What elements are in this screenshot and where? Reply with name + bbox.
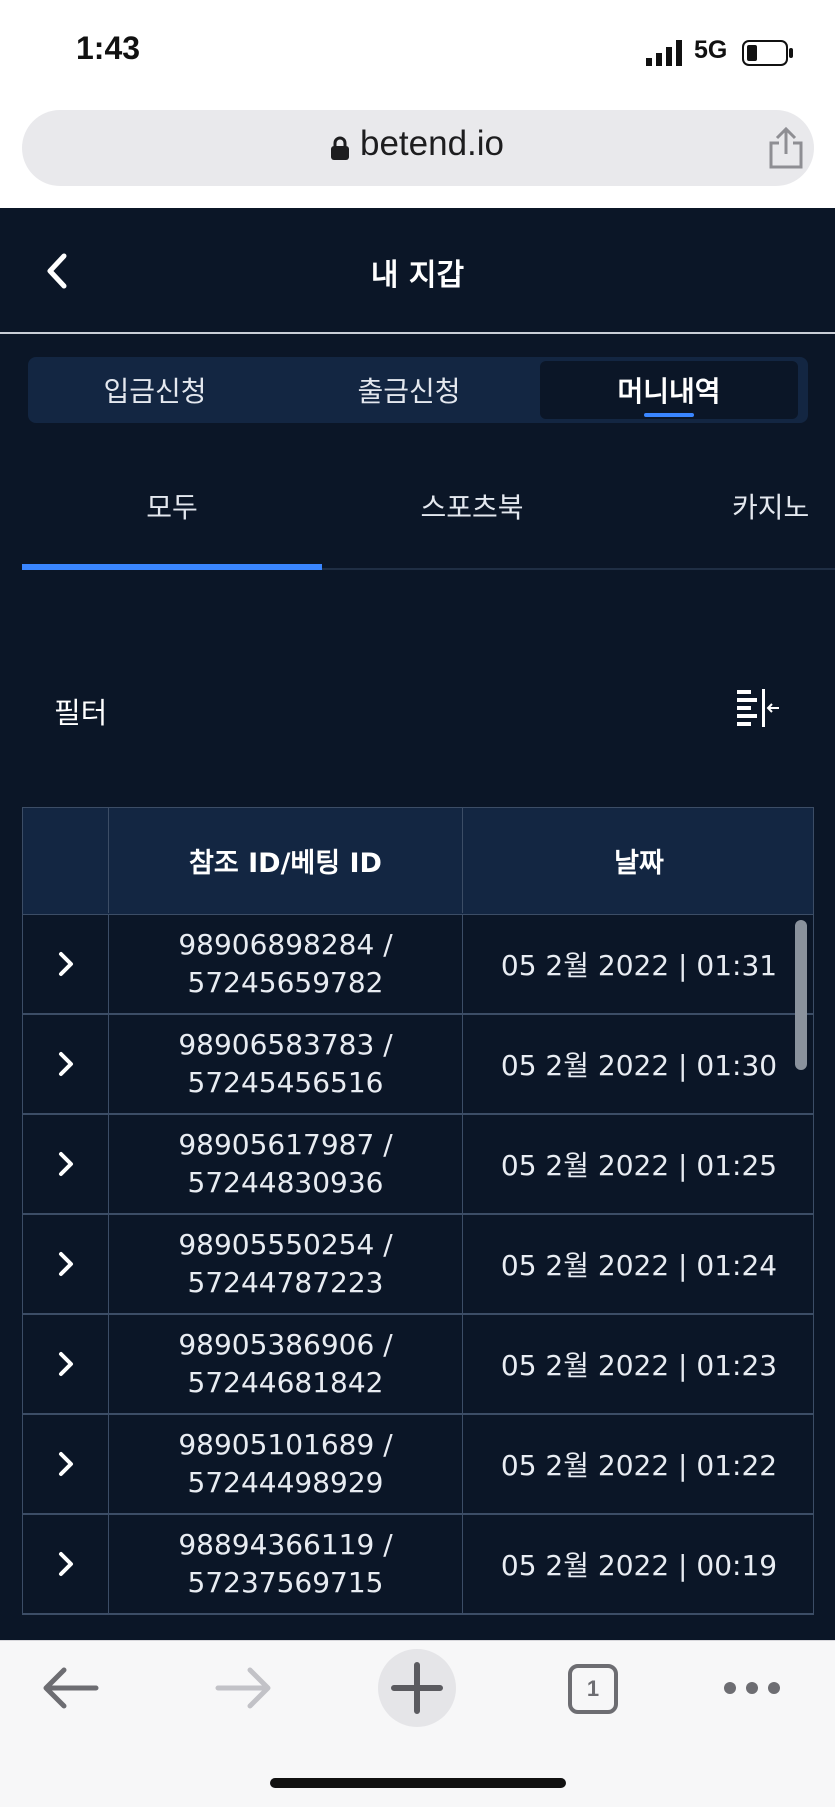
row-expand-cell (23, 1015, 109, 1113)
table-row[interactable]: 98906583783 / 57245456516 05 2월 2022 | 01… (22, 1015, 814, 1115)
browser-toolbar: betend.io (0, 100, 835, 208)
row-expand-cell (23, 1515, 109, 1613)
ref-bet-id-cell: 98906898284 / 57245659782 (109, 915, 463, 1013)
signal-icon (646, 40, 682, 66)
browser-forward-icon[interactable] (214, 1663, 274, 1713)
table-row[interactable]: 98905386906 / 57244681842 05 2월 2022 | 01… (22, 1315, 814, 1415)
tab-withdraw-request[interactable]: 출금신청 (282, 357, 536, 423)
more-options-icon[interactable] (722, 1663, 782, 1713)
new-tab-button[interactable] (378, 1649, 456, 1727)
home-indicator (270, 1778, 566, 1788)
ref-bet-id-cell: 98905617987 / 57244830936 (109, 1115, 463, 1213)
bet-id: 57244787223 (187, 1266, 384, 1299)
ref-bet-id-cell: 98906583783 / 57245456516 (109, 1015, 463, 1113)
battery-icon (742, 40, 793, 66)
subtab-casino[interactable]: 카지노 (732, 486, 809, 526)
bet-id: 57244498929 (187, 1466, 384, 1499)
ref-bet-id-cell: 98894366119 / 57237569715 (109, 1515, 463, 1613)
tab-money-history[interactable]: 머니내역 (540, 361, 798, 419)
filter-collapse-icon[interactable] (735, 688, 781, 728)
chevron-right-icon[interactable] (55, 1349, 77, 1379)
subtab-active-indicator (22, 564, 322, 570)
table-header: 참조 ID/베팅 ID 날짜 (22, 807, 814, 915)
row-expand-cell (23, 1315, 109, 1413)
category-tabs: 모두 스포츠북 카지노 (22, 470, 835, 570)
table-row[interactable]: 98905101689 / 57244498929 05 2월 2022 | 01… (22, 1415, 814, 1515)
money-history-table: 참조 ID/베팅 ID 날짜 98906898284 / 57245659782 … (22, 807, 814, 1637)
table-row[interactable]: 98905550254 / 57244787223 05 2월 2022 | 01… (22, 1215, 814, 1315)
table-row[interactable]: 98906898284 / 57245659782 05 2월 2022 | 01… (22, 915, 814, 1015)
subtab-sportsbook[interactable]: 스포츠북 (322, 486, 622, 526)
ref-id: 98906898284 / (178, 928, 393, 961)
ref-id: 98906583783 / (178, 1028, 393, 1061)
ref-id: 98905386906 / (178, 1328, 393, 1361)
network-type: 5G (694, 36, 728, 64)
chevron-right-icon[interactable] (55, 1249, 77, 1279)
row-expand-cell (23, 915, 109, 1013)
tab-switcher-button[interactable]: 1 (567, 1663, 619, 1715)
row-expand-cell (23, 1415, 109, 1513)
column-header-ref-id: 참조 ID/베팅 ID (109, 808, 463, 913)
bet-id: 57245659782 (187, 966, 384, 999)
row-expand-cell (23, 1115, 109, 1213)
active-tab-indicator (644, 413, 694, 417)
tab-deposit-request[interactable]: 입금신청 (28, 357, 282, 423)
ref-bet-id-cell: 98905101689 / 57244498929 (109, 1415, 463, 1513)
browser-back-icon[interactable] (40, 1663, 100, 1713)
share-icon[interactable] (766, 126, 806, 170)
chevron-right-icon[interactable] (55, 1049, 77, 1079)
url-domain: betend.io (360, 124, 505, 163)
bet-id: 57245456516 (187, 1066, 384, 1099)
chevron-right-icon[interactable] (55, 1149, 77, 1179)
date-cell: 05 2월 2022 | 01:25 (500, 1149, 778, 1182)
date-cell: 05 2월 2022 | 01:22 (500, 1449, 778, 1482)
date-cell: 05 2월 2022 | 01:30 (500, 1049, 778, 1082)
date-cell: 05 2월 2022 | 01:24 (500, 1249, 778, 1282)
bet-id: 57244830936 (187, 1166, 384, 1199)
status-time: 1:43 (76, 30, 141, 66)
table-row[interactable]: 98905617987 / 57244830936 05 2월 2022 | 01… (22, 1115, 814, 1215)
address-bar[interactable]: betend.io (22, 110, 814, 186)
ref-bet-id-cell: 98905550254 / 57244787223 (109, 1215, 463, 1313)
date-cell: 05 2월 2022 | 01:31 (500, 949, 778, 982)
ref-id: 98894366119 / (178, 1528, 393, 1561)
app-header: 내 지갑 (0, 208, 835, 334)
chevron-right-icon[interactable] (55, 1449, 77, 1479)
ref-id: 98905617987 / (178, 1128, 393, 1161)
ref-id: 98905101689 / (178, 1428, 393, 1461)
table-scrollbar[interactable] (795, 920, 807, 1070)
bet-id: 57244681842 (187, 1366, 384, 1399)
chevron-right-icon[interactable] (55, 949, 77, 979)
lock-icon (331, 136, 349, 160)
ref-id: 98905550254 / (178, 1228, 393, 1261)
ref-bet-id-cell: 98905386906 / 57244681842 (109, 1315, 463, 1413)
plus-icon (391, 1662, 443, 1714)
tab-count: 1 (586, 1676, 600, 1701)
chevron-right-icon[interactable] (55, 1549, 77, 1579)
date-cell: 05 2월 2022 | 01:23 (500, 1349, 778, 1382)
wallet-segmented-control: 입금신청 출금신청 머니내역 (28, 357, 808, 423)
page-title: 내 지갑 (370, 258, 465, 293)
date-cell: 05 2월 2022 | 00:19 (500, 1549, 778, 1582)
table-row[interactable]: 98894366119 / 57237569715 05 2월 2022 | 00… (22, 1515, 814, 1615)
bet-id: 57237569715 (187, 1566, 384, 1599)
row-expand-cell (23, 1215, 109, 1313)
tab-money-history-label: 머니내역 (617, 375, 721, 408)
column-header-date: 날짜 (614, 848, 664, 879)
column-header-expand (23, 808, 109, 913)
filter-label: 필터 (54, 696, 108, 730)
subtab-all[interactable]: 모두 (22, 486, 322, 526)
status-bar: 1:43 5G (0, 0, 835, 100)
